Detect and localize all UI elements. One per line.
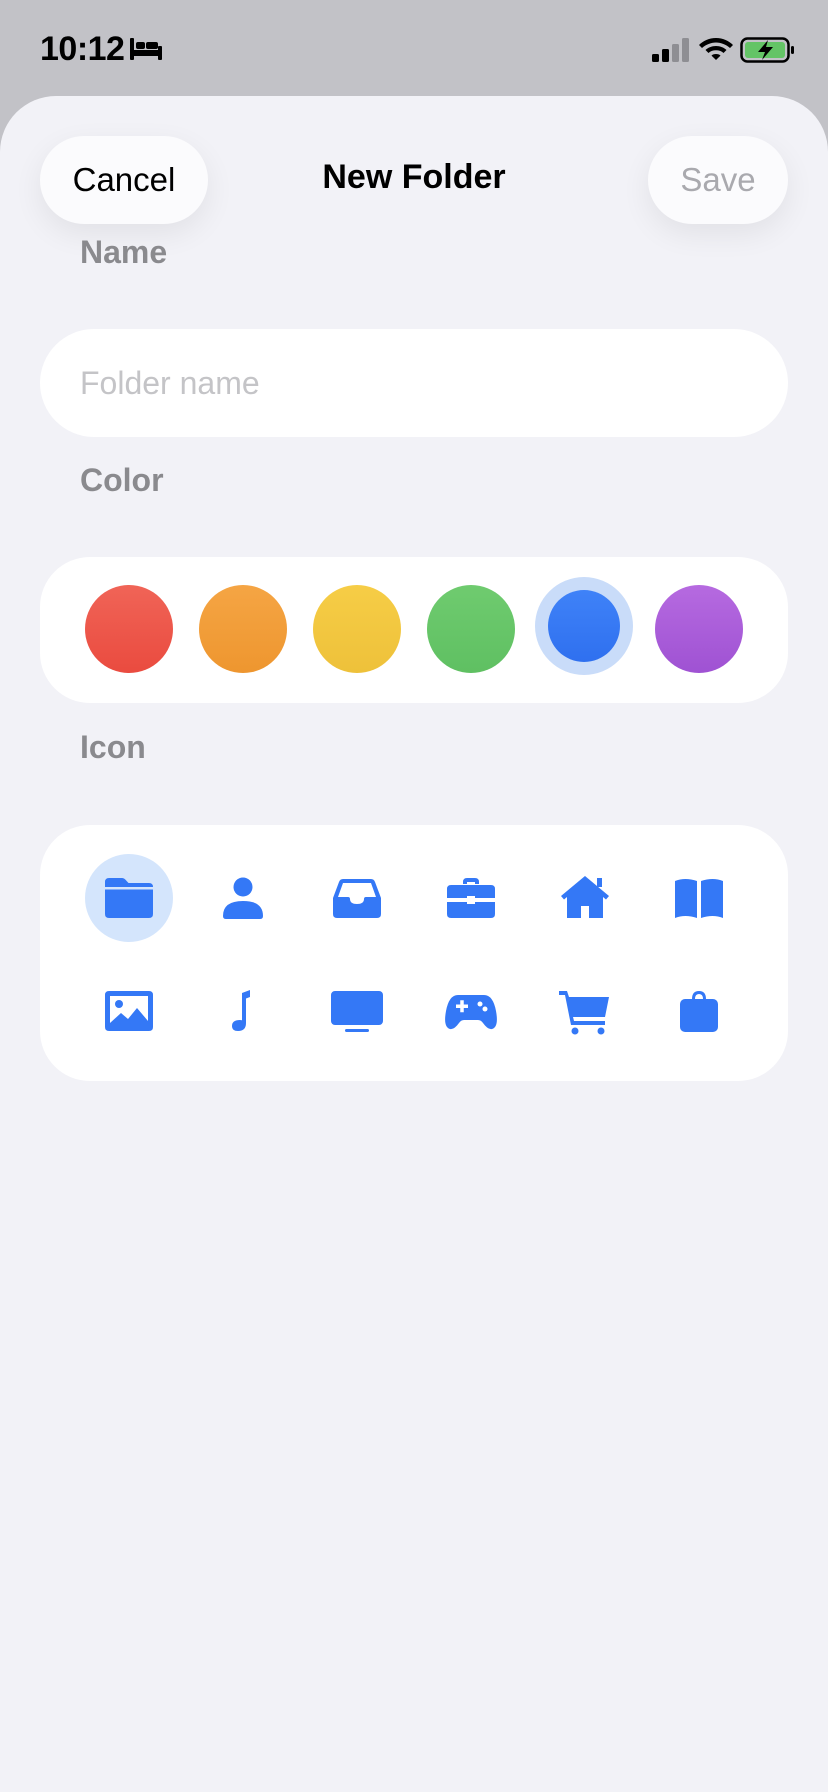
gamecontroller-icon xyxy=(445,995,497,1030)
new-folder-sheet: Cancel New Folder Save Name Color Icon xyxy=(0,96,828,1792)
book-icon xyxy=(675,879,723,918)
display-icon xyxy=(331,991,383,1032)
person-icon xyxy=(223,877,263,919)
color-swatch-green[interactable] xyxy=(427,585,515,673)
music-note-icon xyxy=(232,990,250,1031)
house-icon xyxy=(561,876,609,918)
icon-option-bag[interactable] xyxy=(655,967,743,1055)
color-swatch-red[interactable] xyxy=(85,585,173,673)
selected-color-dot xyxy=(548,590,620,662)
icon-option-house[interactable] xyxy=(541,854,629,942)
icon-option-cart[interactable] xyxy=(541,967,629,1055)
icon-option-person[interactable] xyxy=(199,854,287,942)
icon-option-book[interactable] xyxy=(655,854,743,942)
wifi-icon xyxy=(699,38,733,60)
save-button[interactable]: Save xyxy=(648,136,788,224)
icon-option-briefcase[interactable] xyxy=(427,854,515,942)
tray-icon xyxy=(333,879,381,918)
icon-option-display[interactable] xyxy=(313,967,401,1055)
briefcase-icon xyxy=(447,878,495,918)
bag-icon xyxy=(680,991,718,1032)
color-swatch-blue[interactable] xyxy=(535,577,633,675)
color-swatch-purple[interactable] xyxy=(655,585,743,673)
photo-icon xyxy=(105,991,153,1031)
color-swatch-yellow[interactable] xyxy=(313,585,401,673)
icon-option-folder[interactable] xyxy=(85,854,173,942)
color-swatch-orange[interactable] xyxy=(199,585,287,673)
color-picker xyxy=(40,557,788,703)
folder-icon xyxy=(105,878,153,918)
color-section-label: Color xyxy=(80,462,164,498)
icon-option-gamecontroller[interactable] xyxy=(427,967,515,1055)
status-time: 10:12 xyxy=(40,30,125,68)
icon-section-label: Icon xyxy=(80,729,146,765)
signal-icon xyxy=(652,38,689,62)
name-section-label: Name xyxy=(80,234,168,270)
icon-option-tray[interactable] xyxy=(313,854,401,942)
icon-picker xyxy=(40,825,788,1081)
status-bar: 10:12 xyxy=(0,0,828,96)
folder-name-input[interactable] xyxy=(40,329,788,437)
cart-icon xyxy=(559,991,609,1035)
battery-charging-icon xyxy=(740,37,794,63)
bed-icon xyxy=(130,38,162,60)
icon-option-music-note[interactable] xyxy=(199,967,287,1055)
icon-option-photo[interactable] xyxy=(85,967,173,1055)
